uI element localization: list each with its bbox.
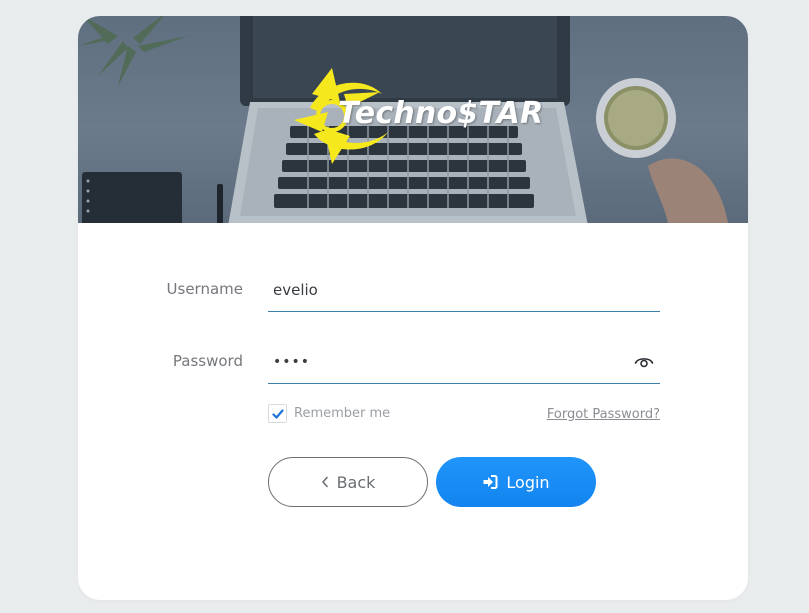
remember-me[interactable]: Remember me [268,403,390,423]
eye-icon[interactable] [634,352,654,372]
password-field[interactable] [268,340,660,384]
header-banner: Techno$TAR [78,16,748,223]
login-card: Techno$TAR Username Password Remember me… [78,16,748,600]
login-button[interactable]: Login [436,457,596,507]
username-label: Username [166,280,243,298]
password-label: Password [172,352,243,370]
check-icon [272,408,284,419]
login-button-label: Login [506,472,550,492]
forgot-password-link[interactable]: Forgot Password? [547,407,660,422]
remember-me-label: Remember me [294,405,391,421]
password-input[interactable] [273,350,623,374]
back-button-label: Back [336,472,376,492]
sign-in-icon [482,474,498,490]
username-field[interactable] [268,268,660,312]
chevron-left-icon [321,476,329,488]
logo-text: Techno$TAR [338,96,544,131]
back-button[interactable]: Back [268,457,428,507]
username-input[interactable] [273,278,623,302]
remember-checkbox[interactable] [268,403,287,423]
